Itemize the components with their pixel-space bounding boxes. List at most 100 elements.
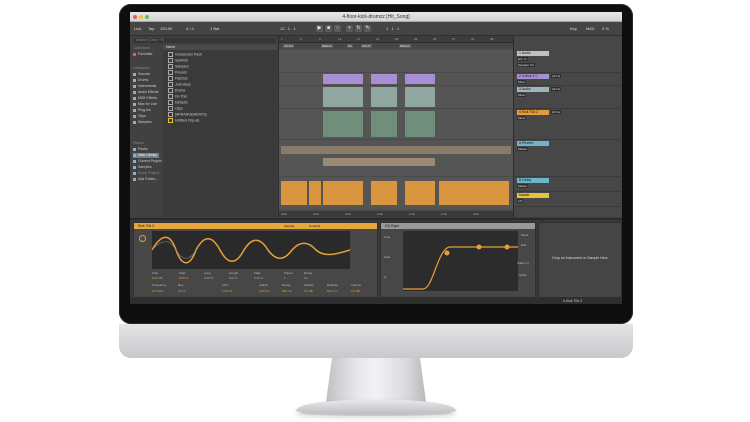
add-folder-button[interactable]: Add Folder... (133, 177, 158, 182)
tempo-field[interactable]: 120.00 (160, 25, 172, 32)
sidebar-item-drums[interactable]: Drums (133, 78, 148, 83)
param-value[interactable]: 1.00 Hz (222, 289, 232, 293)
sidebar-item-clips[interactable]: Clips (133, 114, 146, 119)
list-item[interactable]: Defaults (168, 100, 188, 105)
eq-eight-device[interactable]: EQ Eight Freq Gain Q Mode Edit Adapt. Q … (380, 222, 536, 298)
track-name[interactable]: 2 4-Kick 2 0 (517, 73, 549, 79)
track-name[interactable]: 3 Audio (517, 86, 549, 92)
track-output[interactable]: Mixer (517, 93, 527, 97)
arrangement-position[interactable]: 12 . 1 . 1 (280, 25, 296, 32)
track-lane-kick-70s[interactable] (279, 177, 513, 210)
locator-break[interactable]: BREAK (321, 44, 334, 48)
locator-drop[interactable]: DROP (361, 44, 372, 48)
param-value[interactable]: 0.00 % (179, 276, 188, 280)
stop-icon[interactable]: ■ (325, 25, 332, 32)
clip[interactable] (371, 87, 397, 107)
list-item[interactable]: Do This (168, 94, 187, 99)
track-input[interactable]: All Ins (551, 74, 562, 78)
track-header[interactable]: Master 1/2 (515, 192, 621, 207)
clip[interactable] (405, 87, 435, 107)
clip[interactable] (371, 181, 397, 205)
name-column-header[interactable]: Name (163, 45, 277, 50)
list-item[interactable]: Samples (168, 64, 189, 69)
sidebar-item-current-project[interactable]: Current Project (133, 159, 162, 164)
clip[interactable] (323, 87, 363, 107)
record-icon[interactable]: ● (334, 25, 341, 32)
track-output[interactable]: 1/2 (517, 199, 524, 203)
sidebar-item-instruments[interactable]: Instruments (133, 84, 156, 89)
sidebar-item-user-library[interactable]: User Library (133, 153, 159, 158)
track-input[interactable]: Ext. In (517, 57, 528, 61)
param-value[interactable]: 0.0 dB (304, 289, 313, 293)
device-title[interactable]: Kick 70s 2 (134, 223, 377, 229)
track-header[interactable]: B Delay Master (515, 177, 621, 192)
eq-band-2[interactable] (476, 244, 482, 250)
list-item[interactable]: Synth3ti (168, 58, 188, 63)
param-value[interactable]: 0.00 dB (152, 276, 162, 280)
track-header[interactable]: 1 Audio Ext. In Speaker On (515, 50, 621, 73)
play-icon[interactable]: ▶ (316, 25, 323, 32)
link-button[interactable]: Link (134, 25, 141, 32)
sample-waveform[interactable] (152, 231, 350, 269)
track-header[interactable]: 3 Audio All Ins Mixer (515, 86, 621, 109)
clip[interactable] (405, 111, 435, 137)
overdub-icon[interactable]: + (346, 25, 353, 32)
midi-map-button[interactable]: MIDI (586, 25, 594, 32)
clip[interactable] (323, 181, 363, 205)
track-lane-bass[interactable] (279, 109, 513, 140)
sidebar-item-plug-ins[interactable]: Plug-ins (133, 108, 151, 113)
clip[interactable] (323, 158, 435, 166)
beat-ruler[interactable]: 1 5 9 13 17 21 25 29 33 37 41 45 (279, 36, 513, 43)
list-item[interactable]: Grossmann Pack (168, 52, 202, 57)
time-ruler[interactable]: 0:00 0:20 0:40 1:00 1:20 1:40 2:00 (279, 211, 513, 217)
loop-icon[interactable]: ↻ (355, 25, 362, 32)
track-name[interactable]: 4 Kick 70s 2 (517, 109, 549, 115)
track-header[interactable]: A Reverb Master (515, 140, 621, 177)
locator-break-2[interactable]: BREAK (399, 44, 412, 48)
loop-end[interactable]: 1 . 1 . 1 (386, 25, 399, 32)
sidebar-item-music-project[interactable]: Music Project (133, 171, 159, 176)
clip[interactable] (323, 74, 363, 84)
key-map-button[interactable]: Key (570, 25, 577, 32)
clip[interactable] (309, 181, 321, 205)
track-output[interactable]: Mixer (517, 80, 527, 84)
list-item[interactable]: [ARRANGEMENTS] (168, 112, 207, 117)
param-value[interactable]: 0.00 ms (259, 289, 270, 293)
sidebar-item-packs[interactable]: Packs (133, 147, 148, 152)
clip[interactable] (281, 146, 511, 154)
track-lane-audio[interactable] (279, 50, 513, 73)
track-name[interactable]: Master (517, 192, 549, 198)
sidebar-item-audio-effects[interactable]: Audio Effects (133, 90, 159, 95)
device-drop-zone[interactable]: Drop an Instrument or Sample Here (538, 222, 622, 298)
track-input[interactable]: All Ins (551, 110, 562, 114)
eq-band-1[interactable] (444, 250, 450, 256)
list-item[interactable]: Just Ideas (168, 82, 191, 87)
eq-band-3[interactable] (504, 244, 510, 250)
clip[interactable] (405, 74, 435, 84)
clip[interactable] (371, 74, 397, 84)
eq-curve-display[interactable] (403, 231, 518, 291)
track-output[interactable]: Speaker On (517, 63, 536, 67)
param-value[interactable]: 0.0 % (178, 289, 186, 293)
track-lane-kick[interactable] (279, 73, 513, 86)
list-item[interactable]: Patches (168, 76, 188, 81)
param-value[interactable]: 22.0 kHz (152, 289, 164, 293)
clip[interactable] (405, 181, 435, 205)
track-output[interactable]: Master (517, 147, 529, 151)
tap-button[interactable]: Tap (148, 25, 154, 32)
param-value[interactable]: 0.0 dB (351, 289, 360, 293)
gain-knob[interactable] (139, 235, 146, 242)
param-value[interactable]: 1 (284, 276, 286, 280)
track-input[interactable]: All Ins (551, 87, 562, 91)
device-title[interactable]: EQ Eight (381, 223, 535, 229)
clip[interactable] (323, 111, 363, 137)
param-value[interactable]: 0.00 % (254, 276, 263, 280)
list-item[interactable]: Presets (168, 70, 187, 75)
simpler-device[interactable]: Kick 70s 2 Sample Controls Gain 0.00 dB … (133, 222, 378, 298)
sidebar-item-samples-folder[interactable]: Samples (133, 165, 152, 170)
time-signature[interactable]: 4 / 4 (186, 25, 194, 32)
track-header[interactable]: 2 4-Kick 2 0 All Ins Mixer (515, 73, 621, 86)
locator-intro[interactable]: INTRO (283, 44, 295, 48)
clip[interactable] (371, 111, 397, 137)
clip[interactable] (281, 181, 307, 205)
